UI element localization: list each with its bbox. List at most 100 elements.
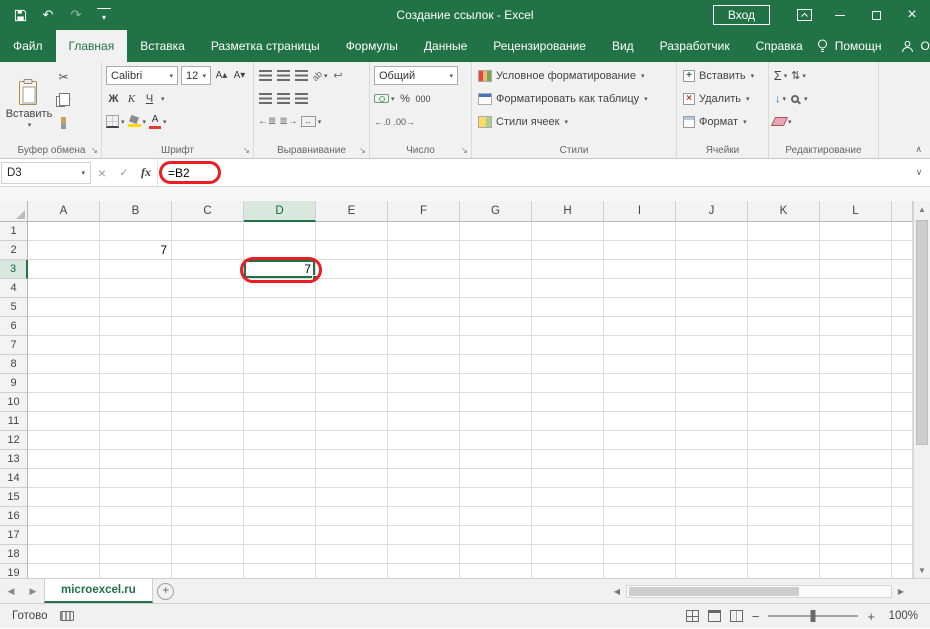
cell-G19[interactable] bbox=[460, 564, 532, 578]
fill-button[interactable] bbox=[773, 89, 788, 108]
row-header-10[interactable]: 10 bbox=[0, 393, 28, 412]
cell-L16[interactable] bbox=[820, 507, 892, 526]
cell-G6[interactable] bbox=[460, 317, 532, 336]
underline-chevron-icon[interactable] bbox=[161, 95, 165, 103]
sheet-nav-left-icon[interactable] bbox=[0, 579, 22, 603]
cell-F19[interactable] bbox=[388, 564, 460, 578]
cell-I13[interactable] bbox=[604, 450, 676, 469]
cell-G13[interactable] bbox=[460, 450, 532, 469]
cell-C2[interactable] bbox=[172, 241, 244, 260]
cell-C15[interactable] bbox=[172, 488, 244, 507]
vertical-scroll-track[interactable] bbox=[914, 217, 930, 562]
cell-H9[interactable] bbox=[532, 374, 604, 393]
cell-G18[interactable] bbox=[460, 545, 532, 564]
column-header-B[interactable]: B bbox=[100, 201, 172, 222]
cell-L10[interactable] bbox=[820, 393, 892, 412]
cell-H6[interactable] bbox=[532, 317, 604, 336]
normal-view-button[interactable] bbox=[686, 610, 699, 622]
cell-L19[interactable] bbox=[820, 564, 892, 578]
cell-I1[interactable] bbox=[604, 222, 676, 241]
cell-F16[interactable] bbox=[388, 507, 460, 526]
cell-B7[interactable] bbox=[100, 336, 172, 355]
cell-D5[interactable] bbox=[244, 298, 316, 317]
cell-K19[interactable] bbox=[748, 564, 820, 578]
cell-B16[interactable] bbox=[100, 507, 172, 526]
cell-D19[interactable] bbox=[244, 564, 316, 578]
tab-разметка-страницы[interactable]: Разметка страницы bbox=[198, 30, 333, 62]
collapse-ribbon-icon[interactable] bbox=[915, 144, 922, 155]
cell-K6[interactable] bbox=[748, 317, 820, 336]
cell-D3[interactable]: 7 bbox=[244, 260, 316, 279]
cell-C11[interactable] bbox=[172, 412, 244, 431]
format-painter-button[interactable] bbox=[56, 113, 71, 132]
row-header-18[interactable]: 18 bbox=[0, 545, 28, 564]
cell-B10[interactable] bbox=[100, 393, 172, 412]
page-break-view-button[interactable] bbox=[730, 610, 743, 622]
decrease-decimal-button[interactable] bbox=[394, 112, 416, 131]
align-left-button[interactable] bbox=[258, 89, 273, 108]
cell-D18[interactable] bbox=[244, 545, 316, 564]
bold-button[interactable]: Ж bbox=[106, 89, 121, 108]
row-header-9[interactable]: 9 bbox=[0, 374, 28, 393]
cell-L8[interactable] bbox=[820, 355, 892, 374]
cell-D1[interactable] bbox=[244, 222, 316, 241]
cell-H11[interactable] bbox=[532, 412, 604, 431]
cell-C16[interactable] bbox=[172, 507, 244, 526]
cell-H15[interactable] bbox=[532, 488, 604, 507]
cell-B18[interactable] bbox=[100, 545, 172, 564]
cell-H7[interactable] bbox=[532, 336, 604, 355]
vertical-scrollbar[interactable] bbox=[913, 201, 930, 578]
cell-E4[interactable] bbox=[316, 279, 388, 298]
fill-color-button[interactable] bbox=[128, 112, 147, 131]
cell-J13[interactable] bbox=[676, 450, 748, 469]
insert-function-button[interactable]: fx bbox=[135, 162, 157, 184]
cell-A1[interactable] bbox=[28, 222, 100, 241]
wrap-text-button[interactable] bbox=[331, 66, 346, 85]
cell-L6[interactable] bbox=[820, 317, 892, 336]
cell-B15[interactable] bbox=[100, 488, 172, 507]
cell-I12[interactable] bbox=[604, 431, 676, 450]
cell-B6[interactable] bbox=[100, 317, 172, 336]
cell-L12[interactable] bbox=[820, 431, 892, 450]
cell-J8[interactable] bbox=[676, 355, 748, 374]
formula-bar-expand-icon[interactable] bbox=[908, 167, 930, 178]
cell-C7[interactable] bbox=[172, 336, 244, 355]
scroll-up-icon[interactable] bbox=[914, 201, 930, 217]
cell-B13[interactable] bbox=[100, 450, 172, 469]
zoom-in-button[interactable] bbox=[867, 609, 875, 624]
cell-G8[interactable] bbox=[460, 355, 532, 374]
column-header-K[interactable]: K bbox=[748, 201, 820, 222]
cell-E2[interactable] bbox=[316, 241, 388, 260]
cell-D14[interactable] bbox=[244, 469, 316, 488]
cell-G16[interactable] bbox=[460, 507, 532, 526]
cell-B14[interactable] bbox=[100, 469, 172, 488]
cell-E5[interactable] bbox=[316, 298, 388, 317]
cell-J3[interactable] bbox=[676, 260, 748, 279]
cell-H10[interactable] bbox=[532, 393, 604, 412]
cell-H3[interactable] bbox=[532, 260, 604, 279]
column-header-G[interactable]: G bbox=[460, 201, 532, 222]
cell-A9[interactable] bbox=[28, 374, 100, 393]
cell-I10[interactable] bbox=[604, 393, 676, 412]
cell-C10[interactable] bbox=[172, 393, 244, 412]
decrease-indent-button[interactable] bbox=[258, 112, 276, 131]
cell-H2[interactable] bbox=[532, 241, 604, 260]
cell-I18[interactable] bbox=[604, 545, 676, 564]
cell-J19[interactable] bbox=[676, 564, 748, 578]
accounting-format-button[interactable] bbox=[374, 89, 395, 108]
maximize-button[interactable] bbox=[858, 0, 894, 30]
font-size-select[interactable]: 12 bbox=[181, 66, 211, 85]
column-header-E[interactable]: E bbox=[316, 201, 388, 222]
cell-E11[interactable] bbox=[316, 412, 388, 431]
cell-I15[interactable] bbox=[604, 488, 676, 507]
cell-E17[interactable] bbox=[316, 526, 388, 545]
cell-K2[interactable] bbox=[748, 241, 820, 260]
sign-in-button[interactable]: Вход bbox=[713, 5, 770, 25]
cell-H19[interactable] bbox=[532, 564, 604, 578]
horizontal-scroll-track[interactable] bbox=[626, 585, 892, 598]
format-cells-button[interactable]: Формат bbox=[681, 111, 764, 132]
cell-E12[interactable] bbox=[316, 431, 388, 450]
cell-F12[interactable] bbox=[388, 431, 460, 450]
tab-разработчик[interactable]: Разработчик bbox=[647, 30, 743, 62]
comma-style-button[interactable]: 000 bbox=[416, 89, 431, 108]
